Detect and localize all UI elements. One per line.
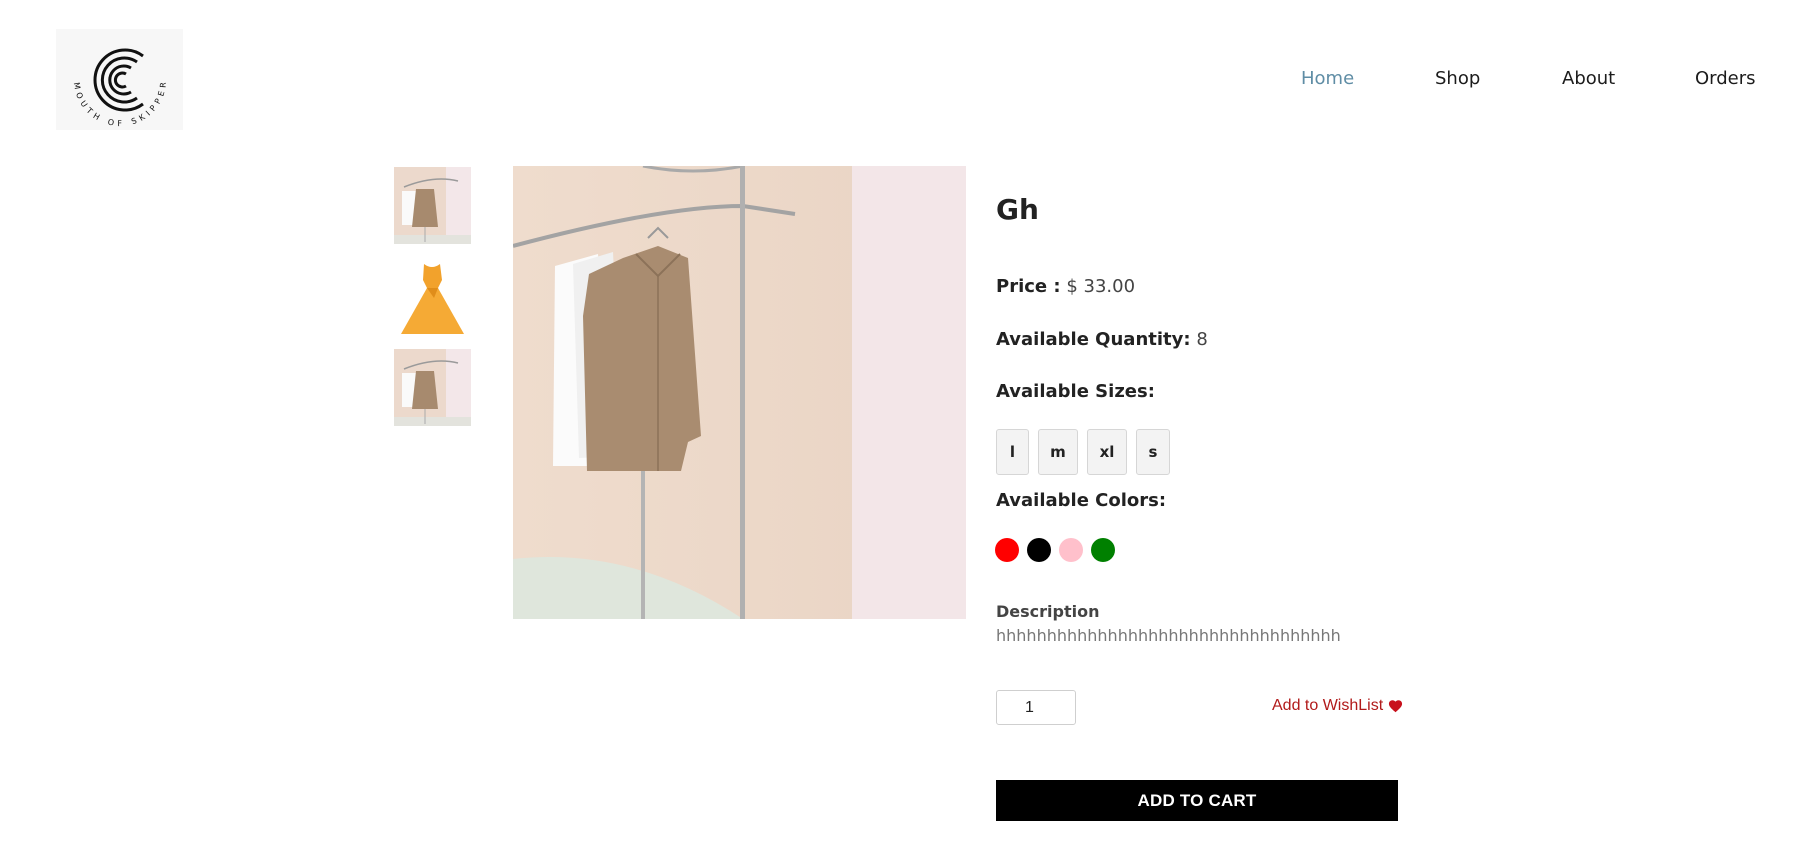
cart-quantity-input[interactable]	[996, 690, 1076, 725]
colors-heading: Available Colors:	[996, 490, 1166, 511]
nav-about[interactable]: About	[1562, 68, 1615, 89]
price-value: $ 33.00	[1066, 276, 1136, 297]
heart-icon	[1389, 700, 1403, 713]
product-title: Gh	[996, 193, 1039, 226]
product-page: MOUTH OF SKIPPER Home Shop About Orders	[0, 0, 1797, 849]
nav-shop[interactable]: Shop	[1435, 68, 1480, 89]
description-label: Description	[996, 602, 1100, 621]
size-button-l[interactable]: l	[996, 429, 1029, 475]
sizes-heading: Available Sizes:	[996, 381, 1155, 402]
sizes-label: Available Sizes:	[996, 381, 1155, 402]
size-options: l m xl s	[996, 429, 1170, 475]
color-swatch-green[interactable]	[1091, 538, 1115, 562]
nav-orders[interactable]: Orders	[1695, 68, 1756, 89]
thumbnail-coat[interactable]	[394, 167, 471, 244]
quantity-label: Available Quantity:	[996, 329, 1191, 350]
price-label: Price :	[996, 276, 1061, 297]
size-button-s[interactable]: s	[1136, 429, 1170, 475]
color-swatch-pink[interactable]	[1059, 538, 1083, 562]
quantity-row: Available Quantity: 8	[996, 329, 1208, 350]
color-options	[995, 538, 1115, 562]
main-nav: Home Shop About Orders	[0, 68, 1797, 92]
color-swatch-red[interactable]	[995, 538, 1019, 562]
description-text: hhhhhhhhhhhhhhhhhhhhhhhhhhhhhhhhhh	[996, 626, 1341, 645]
product-main-image	[513, 166, 966, 619]
size-button-xl[interactable]: xl	[1087, 429, 1127, 475]
wishlist-label: Add to WishList	[1272, 697, 1384, 714]
nav-home[interactable]: Home	[1301, 68, 1354, 89]
size-button-m[interactable]: m	[1038, 429, 1078, 475]
thumbnail-coat-alt[interactable]	[394, 349, 471, 426]
add-to-cart-button[interactable]: ADD TO CART	[996, 780, 1398, 821]
colors-label: Available Colors:	[996, 490, 1167, 511]
color-swatch-black[interactable]	[1027, 538, 1051, 562]
add-to-wishlist-link[interactable]: Add to WishList	[1272, 697, 1403, 715]
price-row: Price : $ 33.00	[996, 276, 1135, 297]
quantity-value: 8	[1196, 329, 1208, 350]
thumbnail-dress[interactable]	[394, 258, 471, 335]
